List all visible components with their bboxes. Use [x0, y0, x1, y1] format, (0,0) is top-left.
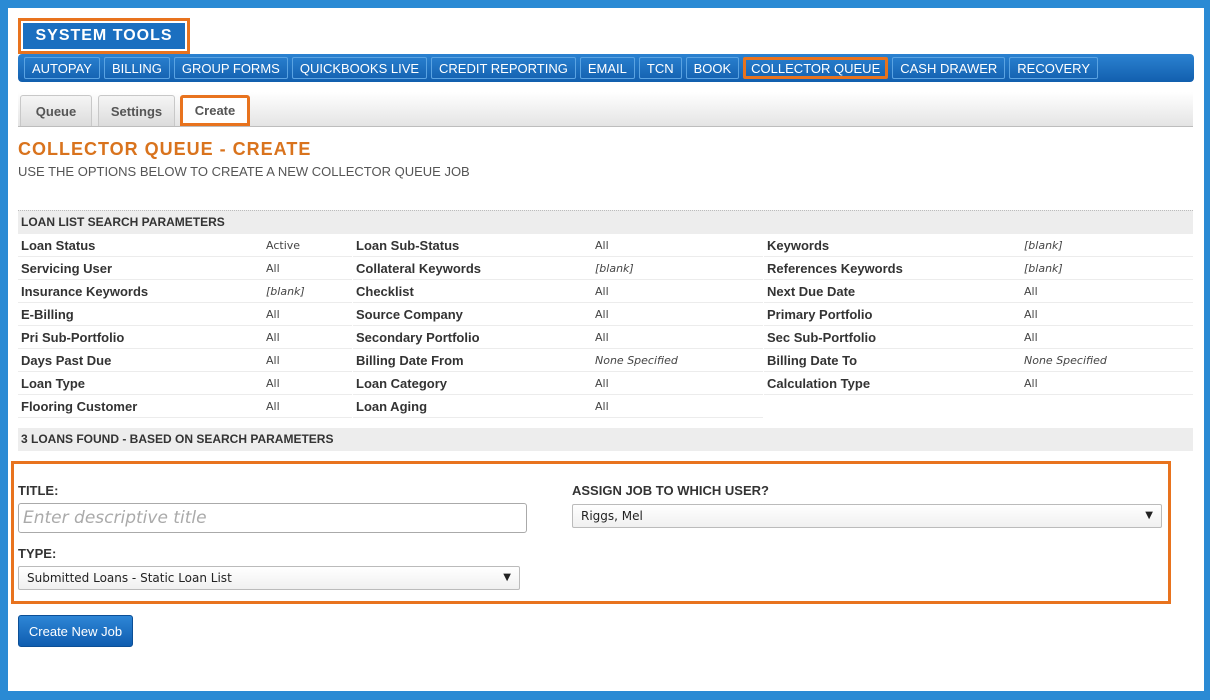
param-label: References Keywords: [764, 257, 1024, 280]
nav-item-collector-queue[interactable]: COLLECTOR QUEUE: [743, 57, 889, 79]
nav-item-autopay[interactable]: AUTOPAY: [24, 57, 100, 79]
param-value: None Specified: [595, 349, 763, 372]
param-label: [764, 395, 1024, 418]
type-select[interactable]: Submitted Loans - Static Loan List ▼: [18, 566, 520, 590]
param-value: All: [595, 234, 763, 257]
param-label: E-Billing: [18, 303, 266, 326]
param-value: All: [266, 303, 352, 326]
param-value: All: [1024, 303, 1193, 326]
param-label: Loan Category: [353, 372, 595, 395]
chevron-down-icon: ▼: [1145, 510, 1153, 521]
assign-user-label: ASSIGN JOB TO WHICH USER?: [572, 483, 769, 498]
param-label: Keywords: [764, 234, 1024, 257]
param-row: Loan Status Active Loan Sub-Status All Keywo…: [18, 234, 1193, 257]
param-value: All: [595, 303, 763, 326]
param-value: All: [1024, 326, 1193, 349]
param-label: Billing Date To: [764, 349, 1024, 372]
nav-item-tcn[interactable]: TCN: [638, 57, 682, 79]
param-value: [blank]: [266, 280, 352, 303]
param-value: [blank]: [1024, 257, 1193, 280]
param-label: Collateral Keywords: [353, 257, 595, 280]
param-label: Billing Date From: [353, 349, 595, 372]
param-label: Pri Sub-Portfolio: [18, 326, 266, 349]
param-label: Loan Aging: [353, 395, 595, 418]
param-label: Sec Sub-Portfolio: [764, 326, 1024, 349]
param-value: [1024, 395, 1193, 418]
page-title: COLLECTOR QUEUE - CREATE: [18, 139, 312, 159]
nav-item-book[interactable]: BOOK: [685, 57, 740, 79]
param-value: All: [595, 372, 763, 395]
param-value: All: [595, 395, 763, 418]
tab-bar: Queue Settings Create: [18, 92, 1193, 127]
param-label: Next Due Date: [764, 280, 1024, 303]
nav-item-quickbooks-live[interactable]: QUICKBOOKS LIVE: [291, 57, 428, 79]
param-value: All: [266, 349, 352, 372]
search-parameters-table: LOAN LIST SEARCH PARAMETERS Loan Status A…: [18, 210, 1193, 418]
param-value: [blank]: [1024, 234, 1193, 257]
title-input[interactable]: [18, 503, 527, 533]
param-value: All: [595, 326, 763, 349]
chevron-down-icon: ▼: [503, 572, 511, 583]
param-label: Calculation Type: [764, 372, 1024, 395]
param-row: Loan Type All Loan Category All Calculation …: [18, 372, 1193, 395]
param-label: Secondary Portfolio: [353, 326, 595, 349]
tab-settings[interactable]: Settings: [98, 95, 175, 126]
page-subtitle: USE THE OPTIONS BELOW TO CREATE A NEW CO…: [18, 164, 470, 179]
param-label: Source Company: [353, 303, 595, 326]
param-label: Primary Portfolio: [764, 303, 1024, 326]
param-value: All: [266, 326, 352, 349]
create-new-job-button[interactable]: Create New Job: [18, 615, 133, 647]
param-row: Days Past Due All Billing Date From None Sp…: [18, 349, 1193, 372]
assign-user-value: Riggs, Mel: [581, 509, 643, 523]
params-heading: LOAN LIST SEARCH PARAMETERS: [18, 210, 1193, 234]
param-row: E-Billing All Source Company All Primary Por…: [18, 303, 1193, 326]
system-tools-title: SYSTEM TOOLS: [23, 23, 185, 49]
param-row: Pri Sub-Portfolio All Secondary Portfolio A…: [18, 326, 1193, 349]
nav-item-credit-reporting[interactable]: CREDIT REPORTING: [431, 57, 576, 79]
type-label: TYPE:: [18, 546, 57, 561]
nav-item-recovery[interactable]: RECOVERY: [1009, 57, 1099, 79]
assign-user-select[interactable]: Riggs, Mel ▼: [572, 504, 1162, 528]
param-value: All: [266, 372, 352, 395]
param-label: Days Past Due: [18, 349, 266, 372]
param-label: Insurance Keywords: [18, 280, 266, 303]
param-row: Servicing User All Collateral Keywords [bla…: [18, 257, 1193, 280]
tab-queue[interactable]: Queue: [20, 95, 92, 126]
nav-item-email[interactable]: EMAIL: [579, 57, 635, 79]
system-tools-header: SYSTEM TOOLS: [18, 18, 190, 54]
param-label: Loan Type: [18, 372, 266, 395]
param-value: All: [266, 257, 352, 280]
param-row: Insurance Keywords [blank] Checklist All Nex…: [18, 280, 1193, 303]
app-frame: SYSTEM TOOLS AUTOPAY BILLING GROUP FORMS QU…: [8, 8, 1204, 691]
nav-item-billing[interactable]: BILLING: [103, 57, 170, 79]
param-value: All: [1024, 372, 1193, 395]
tab-create[interactable]: Create: [180, 95, 250, 126]
param-row: Flooring Customer All Loan Aging All: [18, 395, 1193, 418]
param-value: None Specified: [1024, 349, 1193, 372]
param-value: All: [266, 395, 352, 418]
param-value: Active: [266, 234, 352, 257]
type-select-value: Submitted Loans - Static Loan List: [27, 571, 232, 585]
param-label: Loan Sub-Status: [353, 234, 595, 257]
param-value: [blank]: [595, 257, 763, 280]
param-value: All: [595, 280, 763, 303]
top-nav: AUTOPAY BILLING GROUP FORMS QUICKBOOKS LIVE…: [18, 54, 1194, 82]
param-value: All: [1024, 280, 1193, 303]
param-label: Checklist: [353, 280, 595, 303]
nav-item-group-forms[interactable]: GROUP FORMS: [173, 57, 288, 79]
param-label: Servicing User: [18, 257, 266, 280]
param-label: Loan Status: [18, 234, 266, 257]
param-label: Flooring Customer: [18, 395, 266, 418]
loans-found-summary: 3 LOANS FOUND - BASED ON SEARCH PARAMETE…: [18, 428, 1193, 451]
nav-item-cash-drawer[interactable]: CASH DRAWER: [892, 57, 1006, 79]
title-label: TITLE:: [18, 483, 59, 498]
